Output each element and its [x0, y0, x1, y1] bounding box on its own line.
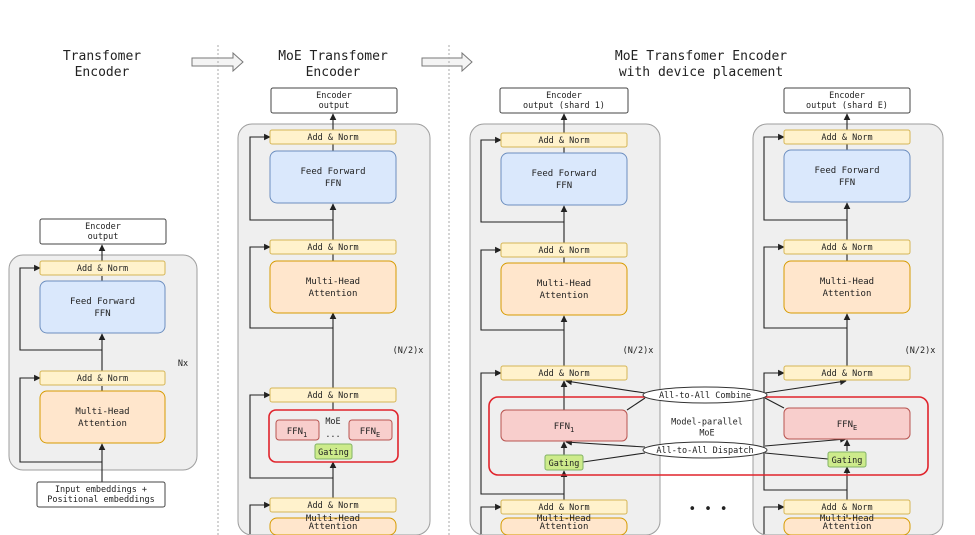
mha-label: Attention	[823, 289, 872, 299]
mha-label: Multi-Head	[306, 277, 360, 287]
multi-head-attention-box	[269, 260, 397, 314]
add-norm-label: Add & Norm	[821, 369, 872, 379]
add-norm-label: Add & Norm	[307, 391, 358, 401]
multi-head-attention-box	[783, 260, 911, 314]
gating-label: Gating	[832, 456, 863, 466]
add-norm-label: Add & Norm	[821, 243, 872, 253]
encoder-output-label: Encoder	[829, 91, 865, 101]
mha-label: Attention	[309, 522, 358, 532]
ffn-label: FFN	[556, 181, 572, 191]
ffn-label: Feed Forward	[300, 167, 365, 177]
moe-transformer-diagram: TransfomerEncoderMoE TransfomerEncoderMo…	[8, 45, 944, 535]
mha-label: Attention	[540, 291, 589, 301]
mha-label: Multi-Head	[75, 407, 129, 417]
add-norm-label: Add & Norm	[821, 503, 872, 513]
repeat-n2x-label: (N/2)x	[623, 346, 654, 356]
add-norm-label: Add & Norm	[538, 503, 589, 513]
add-norm-label: Add & Norm	[538, 369, 589, 379]
title-middle: Encoder	[306, 65, 361, 80]
ffn-label: Feed Forward	[531, 169, 596, 179]
feed-forward-box	[783, 149, 911, 203]
ffn-label: Feed Forward	[814, 166, 879, 176]
encoder-output-label: output	[319, 101, 350, 111]
ffn-label: FFN	[94, 309, 110, 319]
gating-label: Gating	[318, 448, 349, 458]
ellipsis-label: ...	[325, 430, 340, 440]
mha-label: Multi-Head	[537, 279, 591, 289]
title-left: Transfomer	[63, 49, 141, 64]
add-norm-label: Add & Norm	[77, 374, 128, 384]
more-devices-ellipsis: • • •	[688, 502, 727, 517]
ffn-label: Feed Forward	[70, 297, 135, 307]
moe-label: MoE	[325, 417, 340, 427]
model-parallel-moe-label: Model-parallel	[671, 418, 743, 428]
title-left: Encoder	[75, 65, 130, 80]
add-norm-label: Add & Norm	[821, 133, 872, 143]
encoder-output-label: Encoder	[316, 91, 352, 101]
title-right: with device placement	[619, 65, 783, 80]
add-norm-label: Add & Norm	[538, 246, 589, 256]
title-right: MoE Transfomer Encoder	[615, 49, 787, 64]
encoder-output-label: output (shard E)	[806, 101, 888, 111]
mha-label: Multi-Head	[820, 277, 874, 287]
repeat-n2x-label: (N/2)x	[905, 346, 936, 356]
feed-forward-box	[500, 152, 628, 206]
add-norm-label: Add & Norm	[77, 264, 128, 274]
encoder-output-label: Encoder	[546, 91, 582, 101]
add-norm-label: Add & Norm	[307, 243, 358, 253]
add-norm-label: Add & Norm	[307, 133, 358, 143]
repeat-n2x-label: (N/2)x	[393, 346, 424, 356]
encoder-output-label: Encoder	[85, 222, 121, 232]
all-to-all-combine-label: All-to-All Combine	[659, 391, 751, 401]
feed-forward-box	[39, 280, 166, 334]
input-embeddings-label: Input embeddings +	[55, 485, 147, 495]
repeat-nx-label: Nx	[178, 359, 188, 369]
ffn-label: FFN	[325, 179, 341, 189]
encoder-output-label: output (shard 1)	[523, 101, 605, 111]
multi-head-attention-box	[500, 262, 628, 316]
encoder-output-label: output	[88, 232, 119, 242]
input-embeddings-label: Positional embeddings	[47, 495, 154, 505]
gating-label: Gating	[549, 459, 580, 469]
add-norm-label: Add & Norm	[307, 501, 358, 511]
transition-arrow-icon	[421, 51, 473, 73]
title-middle: MoE Transfomer	[278, 49, 388, 64]
add-norm-label: Add & Norm	[538, 136, 589, 146]
mha-label: Attention	[540, 522, 589, 532]
mha-label: Attention	[78, 419, 127, 429]
all-to-all-dispatch-label: All-to-All Dispatch	[656, 446, 753, 456]
mha-label: Attention	[309, 289, 358, 299]
feed-forward-box	[269, 150, 397, 204]
multi-head-attention-box	[39, 390, 166, 444]
model-parallel-moe-label: MoE	[699, 429, 714, 439]
mha-label: Attention	[823, 522, 872, 532]
ffn-label: FFN	[839, 178, 855, 188]
